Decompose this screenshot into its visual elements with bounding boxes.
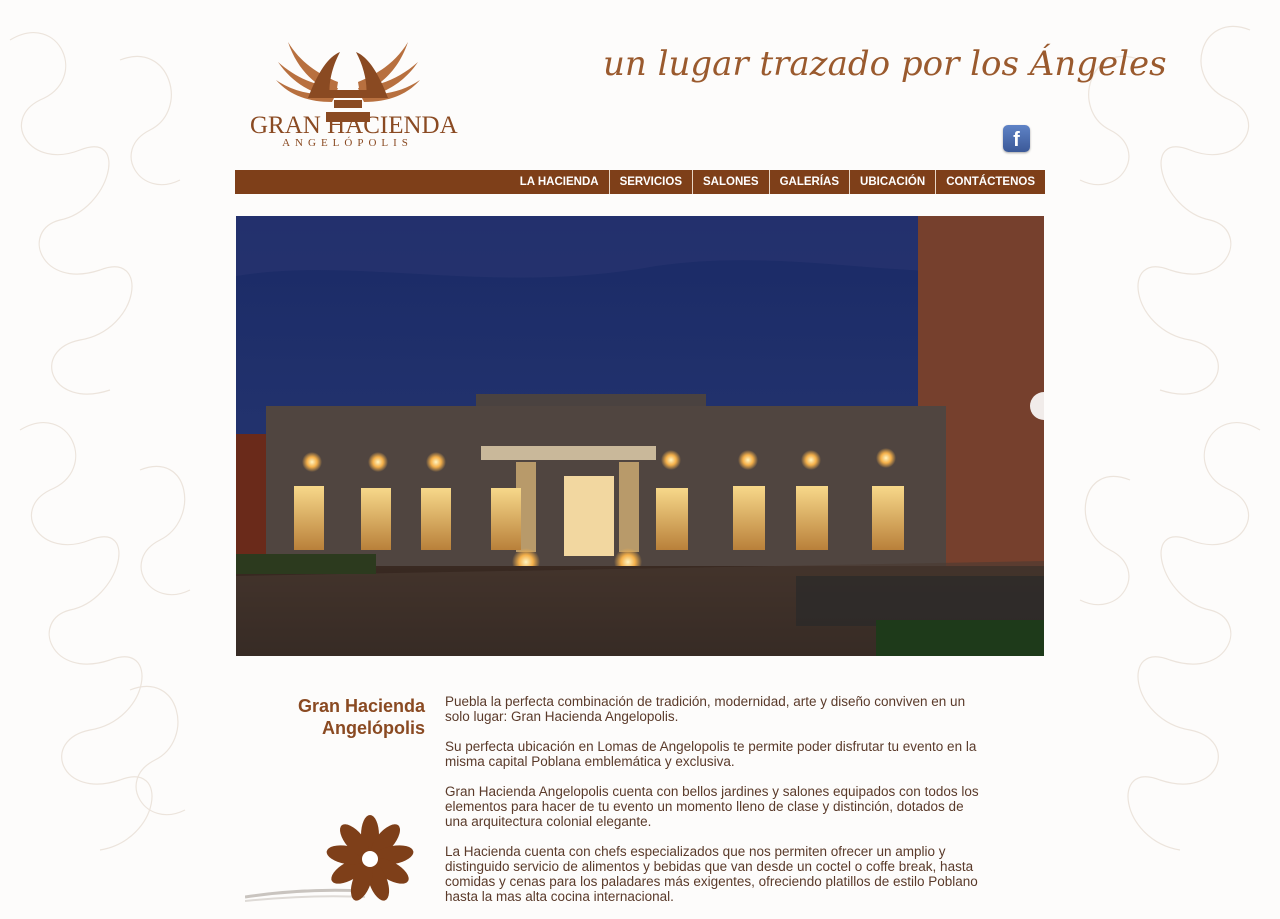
brand-subtitle: ANGELÓPOLIS	[282, 137, 413, 149]
intro-paragraph: Gran Hacienda Angelopolis cuenta con bel…	[445, 784, 979, 829]
nav-item-ubicacion[interactable]: UBICACIÓN	[849, 170, 935, 194]
nav-item-contactenos[interactable]: CONTÁCTENOS	[935, 170, 1045, 194]
brand-name: GRAN HACIENDA	[250, 112, 458, 139]
nav-item-salones[interactable]: SALONES	[692, 170, 769, 194]
tagline: un lugar trazado por los Ángeles	[603, 44, 1167, 84]
intro-paragraph: La Hacienda cuenta con chefs especializa…	[445, 844, 978, 904]
facebook-icon[interactable]: f	[1003, 125, 1030, 152]
intro-title-line2: Angelópolis	[322, 718, 425, 738]
intro-title: Gran Hacienda Angelópolis	[235, 695, 425, 739]
intro-paragraph: Puebla la perfecta combinación de tradic…	[445, 694, 966, 724]
intro-paragraph: Su perfecta ubicación en Lomas de Angelo…	[445, 739, 977, 769]
decorative-swirl-right	[1079, 25, 1261, 851]
facebook-glyph: f	[1013, 129, 1020, 151]
decorative-flower-icon	[245, 815, 414, 902]
page-container: GRAN HACIENDA ANGELÓPOLIS un lugar traza…	[235, 0, 1167, 904]
intro-title-line1: Gran Hacienda	[297, 696, 425, 716]
nav-item-servicios[interactable]: SERVICIOS	[608, 170, 692, 194]
nav-item-la-hacienda[interactable]: LA HACIENDA	[510, 170, 609, 194]
hero-photo	[236, 216, 1044, 656]
intro-content: Puebla la perfecta combinación de tradic…	[445, 694, 985, 919]
nav-item-galerias[interactable]: GALERÍAS	[768, 170, 849, 194]
main-navigation: LA HACIENDA SERVICIOS SALONES GALERÍAS U…	[235, 170, 1045, 194]
decorative-swirl-left	[9, 32, 191, 851]
